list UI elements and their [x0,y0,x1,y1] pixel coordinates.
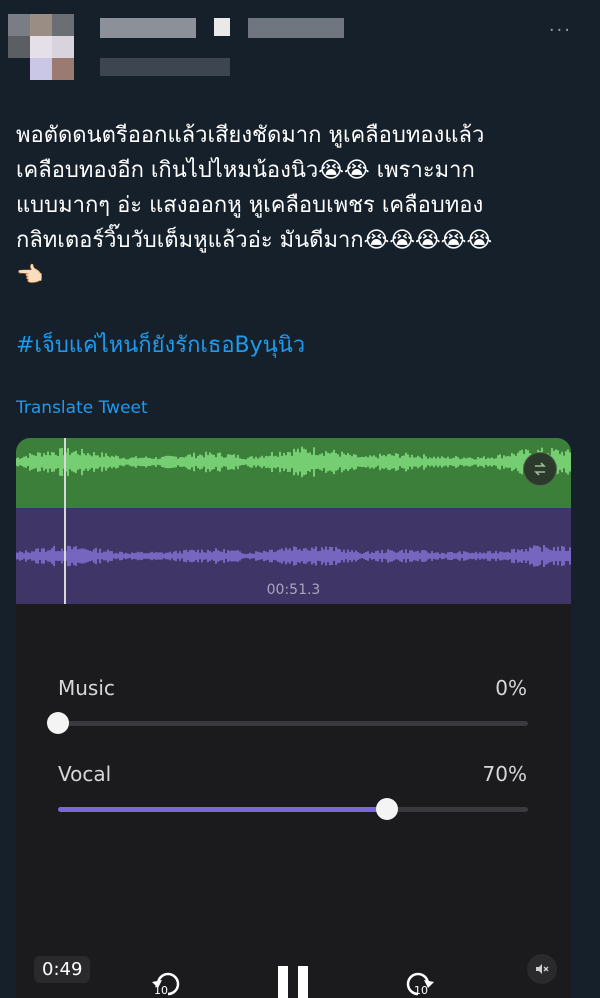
swap-arrows-graphic [534,462,546,476]
vocal-slider[interactable] [58,798,528,820]
handle[interactable] [100,58,230,76]
playhead[interactable] [64,438,66,604]
rewind-seconds: 10 [154,984,168,997]
vocal-value: 70% [482,762,527,786]
vocal-slider-fill [58,807,387,812]
tweet-header: ··· [0,0,600,100]
waveform-timestamp: 00:51.3 [266,582,321,598]
forward-seconds: 10 [414,984,428,997]
swap-tracks-icon[interactable] [523,452,557,486]
mute-button[interactable] [527,954,557,984]
more-options-icon[interactable]: ··· [549,20,572,41]
audio-separator-player: 00:51.3 Music 0% Vocal 70% 0:49 10 10 [16,438,571,998]
music-slider-thumb[interactable] [47,712,69,734]
music-waveform-graphic [16,446,571,478]
verified-badge [214,18,230,36]
forward-10-button[interactable]: 10 [402,966,438,998]
vocal-slider-thumb[interactable] [376,798,398,820]
pause-icon [278,966,308,998]
elapsed-time: 0:49 [34,956,91,983]
username[interactable] [248,18,344,38]
rewind-10-button[interactable]: 10 [148,966,184,998]
vocal-label: Vocal [58,762,112,786]
pause-button[interactable] [274,966,314,998]
display-name[interactable] [100,18,196,38]
translate-tweet-link[interactable]: Translate Tweet [16,398,148,418]
music-waveform[interactable] [16,438,571,508]
hashtag-link[interactable]: #เจ็บแค่ไหนก็ยังรักเธอByนุนิว [16,327,305,362]
speaker-muted-icon [536,964,549,974]
tweet-text: พอตัดดนตรีออกแล้วเสียงชัดมาก หูเคลือบทอง… [16,123,493,288]
music-label: Music [58,676,115,700]
music-slider[interactable] [47,712,528,734]
music-value: 0% [495,676,527,700]
avatar[interactable] [8,14,84,80]
